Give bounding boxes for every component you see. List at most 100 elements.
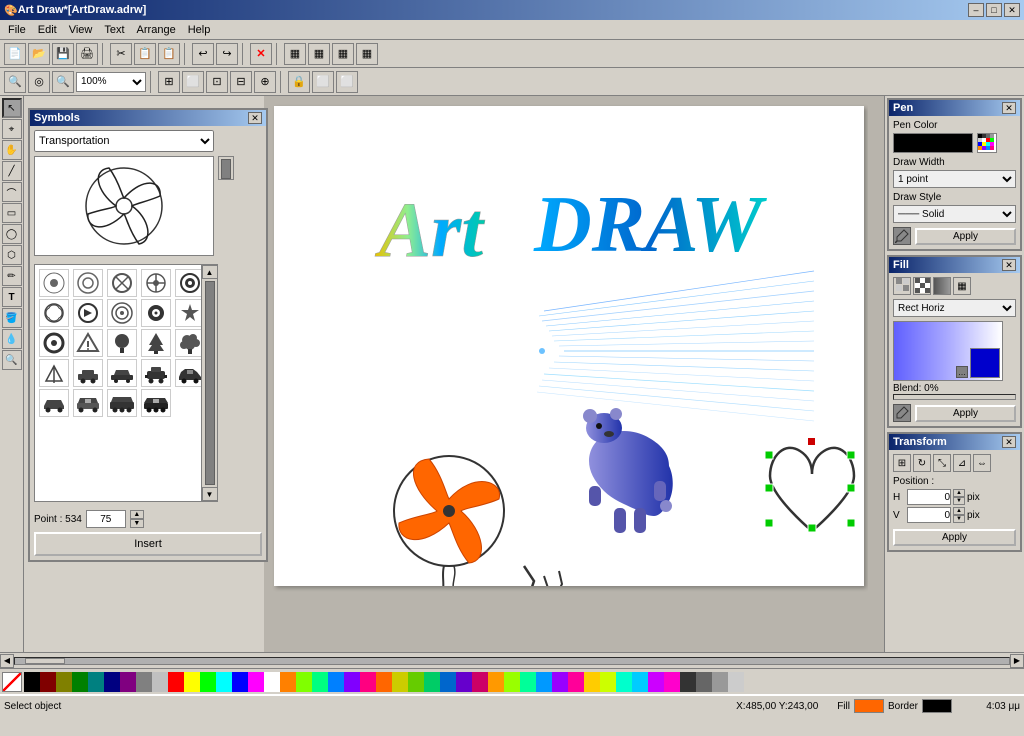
color-swatch[interactable]: [216, 672, 232, 692]
color-swatch[interactable]: [184, 672, 200, 692]
symbol-item[interactable]: [39, 269, 69, 297]
symbol-item[interactable]: [73, 329, 103, 357]
color-swatch[interactable]: [40, 672, 56, 692]
align-button[interactable]: ⊟: [230, 71, 252, 93]
color-swatch[interactable]: [136, 672, 152, 692]
v-position-input[interactable]: [907, 507, 951, 523]
color-swatch[interactable]: [264, 672, 280, 692]
canvas-area[interactable]: Art DRAW: [264, 96, 884, 652]
select-all-button[interactable]: ⊞: [158, 71, 180, 93]
transform-flip-icon[interactable]: ⇔: [973, 454, 991, 472]
symbol-item[interactable]: [107, 299, 137, 327]
draw-width-select[interactable]: 1 point 2 point 3 point: [893, 170, 1016, 188]
color-swatch[interactable]: [488, 672, 504, 692]
symbols-scrollbar[interactable]: ▲ ▼: [201, 265, 217, 501]
h-scroll-right-button[interactable]: ▶: [1010, 654, 1024, 668]
symbol-item[interactable]: [39, 329, 69, 357]
symbol-item[interactable]: [141, 269, 171, 297]
ungroup-button[interactable]: ⊡: [206, 71, 228, 93]
copy-button[interactable]: 📋: [134, 43, 156, 65]
color-swatch[interactable]: [472, 672, 488, 692]
color-swatch[interactable]: [104, 672, 120, 692]
layer-btn1[interactable]: ⬜: [312, 71, 334, 93]
fill-apply-button[interactable]: Apply: [915, 405, 1016, 422]
fill-dropper-icon[interactable]: [893, 404, 911, 422]
h-up-button[interactable]: ▲: [953, 489, 965, 497]
color-swatch[interactable]: [552, 672, 568, 692]
color-swatch[interactable]: [632, 672, 648, 692]
v-down-button[interactable]: ▼: [953, 515, 965, 523]
cut-button[interactable]: ✂: [110, 43, 132, 65]
h-scroll-left-button[interactable]: ◀: [0, 654, 14, 668]
symbol-item[interactable]: [141, 389, 171, 417]
pen-panel-close[interactable]: ✕: [1002, 102, 1016, 114]
h-position-input[interactable]: [907, 489, 951, 505]
fill-color-blue[interactable]: [970, 348, 1000, 378]
symbol-item[interactable]: [141, 359, 171, 387]
transform-rotate-icon[interactable]: ↻: [913, 454, 931, 472]
scroll-up-arrow[interactable]: ▲: [202, 265, 218, 279]
symbol-item[interactable]: [39, 389, 69, 417]
color-swatch[interactable]: [24, 672, 40, 692]
polygon-tool[interactable]: ⬡: [2, 245, 22, 265]
color-swatch[interactable]: [616, 672, 632, 692]
fill-panel-close[interactable]: ✕: [1002, 259, 1016, 271]
draw-style-select[interactable]: ─── Solid --- Dashed ... Dotted: [893, 205, 1016, 223]
color-swatch[interactable]: [392, 672, 408, 692]
grid-button[interactable]: ▦: [308, 43, 330, 65]
minimize-button[interactable]: –: [968, 3, 984, 17]
color-swatch[interactable]: [664, 672, 680, 692]
new-button[interactable]: 📄: [4, 43, 26, 65]
zoom-dropdown[interactable]: 100% 50% 200%: [76, 72, 146, 92]
distribute-button[interactable]: ⊕: [254, 71, 276, 93]
symbol-item[interactable]: [107, 269, 137, 297]
transform-move-icon[interactable]: ⊞: [893, 454, 911, 472]
color-swatch[interactable]: [456, 672, 472, 692]
zoom-fit-button[interactable]: ▦: [332, 43, 354, 65]
zoom-out-button[interactable]: 🔍: [4, 71, 26, 93]
transform-panel-close[interactable]: ✕: [1002, 436, 1016, 448]
color-swatch[interactable]: [520, 672, 536, 692]
menu-help[interactable]: Help: [182, 22, 217, 38]
color-swatch[interactable]: [504, 672, 520, 692]
fill-color-indicator[interactable]: [854, 699, 884, 713]
color-swatch[interactable]: [56, 672, 72, 692]
transform-skew-icon[interactable]: ⊿: [953, 454, 971, 472]
menu-view[interactable]: View: [63, 22, 99, 38]
symbol-item[interactable]: [107, 359, 137, 387]
color-swatch[interactable]: [408, 672, 424, 692]
color-swatch[interactable]: [296, 672, 312, 692]
zoom-100-button[interactable]: ◎: [28, 71, 50, 93]
rect-tool[interactable]: ▭: [2, 203, 22, 223]
group-button[interactable]: ⬜: [182, 71, 204, 93]
symbol-item[interactable]: [73, 299, 103, 327]
color-swatch[interactable]: [232, 672, 248, 692]
color-swatch[interactable]: [680, 672, 696, 692]
color-swatch[interactable]: [120, 672, 136, 692]
h-down-button[interactable]: ▼: [953, 497, 965, 505]
print-button[interactable]: 🖨: [76, 43, 98, 65]
pan-tool[interactable]: ✋: [2, 140, 22, 160]
symbol-item[interactable]: [107, 329, 137, 357]
zoom-in-button[interactable]: 🔍: [52, 71, 74, 93]
color-swatch[interactable]: [168, 672, 184, 692]
symbol-item[interactable]: [73, 359, 103, 387]
menu-edit[interactable]: Edit: [32, 22, 63, 38]
fill-dots-btn[interactable]: …: [956, 366, 968, 378]
transform-scale-icon[interactable]: ⤡: [933, 454, 951, 472]
color-swatch[interactable]: [88, 672, 104, 692]
menu-file[interactable]: File: [2, 22, 32, 38]
node-tool[interactable]: ⌖: [2, 119, 22, 139]
v-up-button[interactable]: ▲: [953, 507, 965, 515]
symbols-category-dropdown[interactable]: Transportation Animals Plants: [34, 130, 214, 152]
menu-text[interactable]: Text: [98, 22, 130, 38]
redo-button[interactable]: ↪: [216, 43, 238, 65]
select-tool[interactable]: ↖: [2, 98, 22, 118]
color-swatch[interactable]: [696, 672, 712, 692]
transform-apply-button[interactable]: Apply: [893, 529, 1016, 546]
symbol-item[interactable]: [73, 389, 103, 417]
zoom-page-button[interactable]: ▦: [356, 43, 378, 65]
drawing-canvas[interactable]: Art DRAW: [274, 106, 864, 586]
symbol-item[interactable]: [107, 389, 137, 417]
color-swatch[interactable]: [648, 672, 664, 692]
